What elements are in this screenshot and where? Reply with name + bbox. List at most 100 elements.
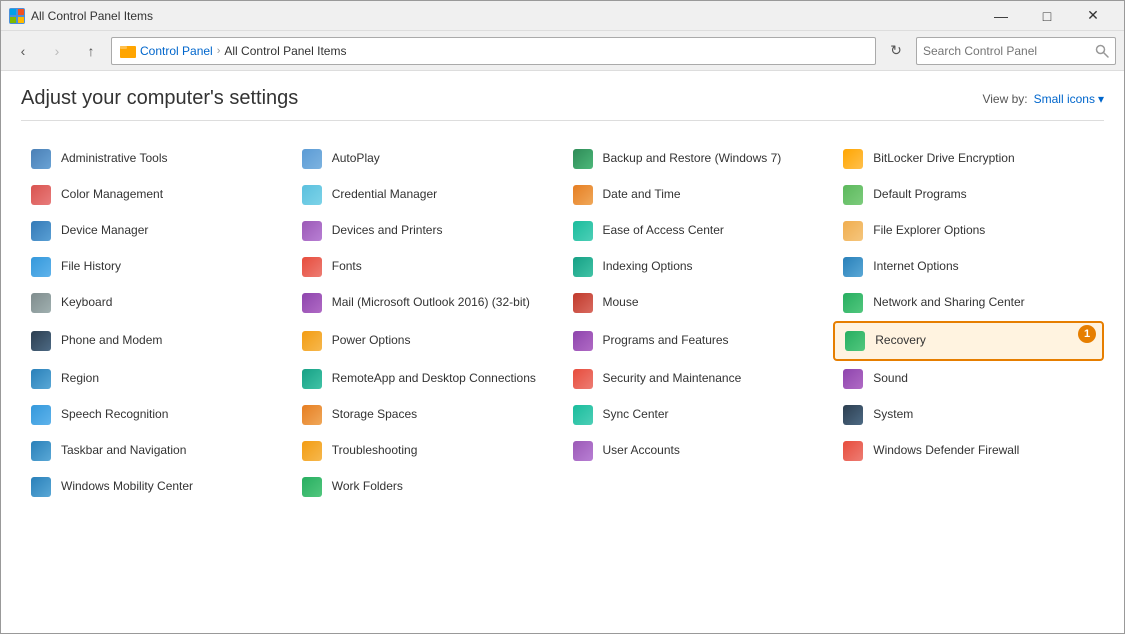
control-item-color-management[interactable]: Color Management [21, 177, 292, 213]
title-bar-buttons: — □ ✕ [978, 1, 1116, 31]
forward-button[interactable]: › [43, 37, 71, 65]
devices-printers-label: Devices and Printers [332, 223, 443, 239]
control-item-bitlocker[interactable]: BitLocker Drive Encryption [833, 141, 1104, 177]
sync-center-label: Sync Center [603, 407, 669, 423]
speech-recognition-icon [29, 403, 53, 427]
control-item-windows-defender[interactable]: Windows Defender Firewall [833, 433, 1104, 469]
control-item-autoplay[interactable]: AutoPlay [292, 141, 563, 177]
storage-spaces-icon [300, 403, 324, 427]
control-item-recovery[interactable]: Recovery1 [833, 321, 1104, 361]
work-folders-icon [300, 475, 324, 499]
control-item-speech-recognition[interactable]: Speech Recognition [21, 397, 292, 433]
control-item-system[interactable]: System [833, 397, 1104, 433]
control-item-mouse[interactable]: Mouse [563, 285, 834, 321]
devices-printers-icon [300, 219, 324, 243]
control-panel-window: All Control Panel Items — □ ✕ ‹ › ↑ Cont… [0, 0, 1125, 634]
sync-center-icon [571, 403, 595, 427]
date-time-icon [571, 183, 595, 207]
default-programs-icon [841, 183, 865, 207]
search-input[interactable] [923, 44, 1091, 58]
control-item-fonts[interactable]: Fonts [292, 249, 563, 285]
control-item-storage-spaces[interactable]: Storage Spaces [292, 397, 563, 433]
troubleshooting-icon [300, 439, 324, 463]
chevron-down-icon: ▾ [1098, 92, 1104, 106]
control-item-programs-features[interactable]: Programs and Features [563, 321, 834, 361]
fonts-label: Fonts [332, 259, 362, 275]
control-item-admin-tools[interactable]: Administrative Tools [21, 141, 292, 177]
control-item-network-sharing[interactable]: Network and Sharing Center [833, 285, 1104, 321]
control-item-date-time[interactable]: Date and Time [563, 177, 834, 213]
region-label: Region [61, 371, 99, 387]
control-item-security-maintenance[interactable]: Security and Maintenance [563, 361, 834, 397]
remote-app-label: RemoteApp and Desktop Connections [332, 371, 536, 387]
breadcrumb-control-panel[interactable]: Control Panel [140, 44, 213, 58]
admin-tools-icon [29, 147, 53, 171]
windows-mobility-icon [29, 475, 53, 499]
control-item-phone-modem[interactable]: Phone and Modem [21, 321, 292, 361]
autoplay-icon [300, 147, 324, 171]
control-item-file-history[interactable]: File History [21, 249, 292, 285]
control-item-region[interactable]: Region [21, 361, 292, 397]
control-item-windows-mobility[interactable]: Windows Mobility Center [21, 469, 292, 505]
taskbar-nav-icon [29, 439, 53, 463]
control-item-mail[interactable]: Mail (Microsoft Outlook 2016) (32-bit) [292, 285, 563, 321]
color-management-label: Color Management [61, 187, 163, 203]
keyboard-icon [29, 291, 53, 315]
address-bar: ‹ › ↑ Control Panel › All Control Panel … [1, 31, 1124, 71]
control-item-sound[interactable]: Sound [833, 361, 1104, 397]
maximize-button[interactable]: □ [1024, 1, 1070, 31]
keyboard-label: Keyboard [61, 295, 112, 311]
control-item-keyboard[interactable]: Keyboard [21, 285, 292, 321]
sound-label: Sound [873, 371, 908, 387]
search-box[interactable] [916, 37, 1116, 65]
ease-of-access-icon [571, 219, 595, 243]
security-maintenance-label: Security and Maintenance [603, 371, 742, 387]
remote-app-icon [300, 367, 324, 391]
control-item-device-manager[interactable]: Device Manager [21, 213, 292, 249]
control-item-work-folders[interactable]: Work Folders [292, 469, 563, 505]
speech-recognition-label: Speech Recognition [61, 407, 168, 423]
control-item-file-explorer[interactable]: File Explorer Options [833, 213, 1104, 249]
file-explorer-icon [841, 219, 865, 243]
system-icon [841, 403, 865, 427]
internet-options-label: Internet Options [873, 259, 958, 275]
up-button[interactable]: ↑ [77, 37, 105, 65]
network-sharing-icon [841, 291, 865, 315]
programs-features-label: Programs and Features [603, 333, 729, 349]
power-options-icon [300, 329, 324, 353]
internet-options-icon [841, 255, 865, 279]
control-item-devices-printers[interactable]: Devices and Printers [292, 213, 563, 249]
user-accounts-label: User Accounts [603, 443, 680, 459]
address-path[interactable]: Control Panel › All Control Panel Items [111, 37, 876, 65]
control-item-credential-manager[interactable]: Credential Manager [292, 177, 563, 213]
minimize-button[interactable]: — [978, 1, 1024, 31]
control-item-ease-of-access[interactable]: Ease of Access Center [563, 213, 834, 249]
view-by-button[interactable]: Small icons ▾ [1034, 92, 1104, 106]
color-management-icon [29, 183, 53, 207]
close-button[interactable]: ✕ [1070, 1, 1116, 31]
breadcrumb-sep: › [217, 45, 221, 57]
ease-of-access-label: Ease of Access Center [603, 223, 724, 239]
control-item-power-options[interactable]: Power Options [292, 321, 563, 361]
default-programs-label: Default Programs [873, 187, 966, 203]
control-item-sync-center[interactable]: Sync Center [563, 397, 834, 433]
control-item-indexing-options[interactable]: Indexing Options [563, 249, 834, 285]
storage-spaces-label: Storage Spaces [332, 407, 417, 423]
control-item-backup-restore[interactable]: Backup and Restore (Windows 7) [563, 141, 834, 177]
refresh-button[interactable]: ↻ [882, 37, 910, 65]
window-icon [9, 8, 25, 24]
control-item-remote-app[interactable]: RemoteApp and Desktop Connections [292, 361, 563, 397]
title-bar: All Control Panel Items — □ ✕ [1, 1, 1124, 31]
control-item-taskbar-nav[interactable]: Taskbar and Navigation [21, 433, 292, 469]
file-history-label: File History [61, 259, 121, 275]
control-item-default-programs[interactable]: Default Programs [833, 177, 1104, 213]
back-button[interactable]: ‹ [9, 37, 37, 65]
control-item-troubleshooting[interactable]: Troubleshooting [292, 433, 563, 469]
window-title: All Control Panel Items [31, 9, 153, 23]
bitlocker-label: BitLocker Drive Encryption [873, 151, 1014, 167]
breadcrumb-current: All Control Panel Items [224, 44, 346, 58]
control-item-user-accounts[interactable]: User Accounts [563, 433, 834, 469]
control-item-internet-options[interactable]: Internet Options [833, 249, 1104, 285]
mail-icon [300, 291, 324, 315]
indexing-options-icon [571, 255, 595, 279]
